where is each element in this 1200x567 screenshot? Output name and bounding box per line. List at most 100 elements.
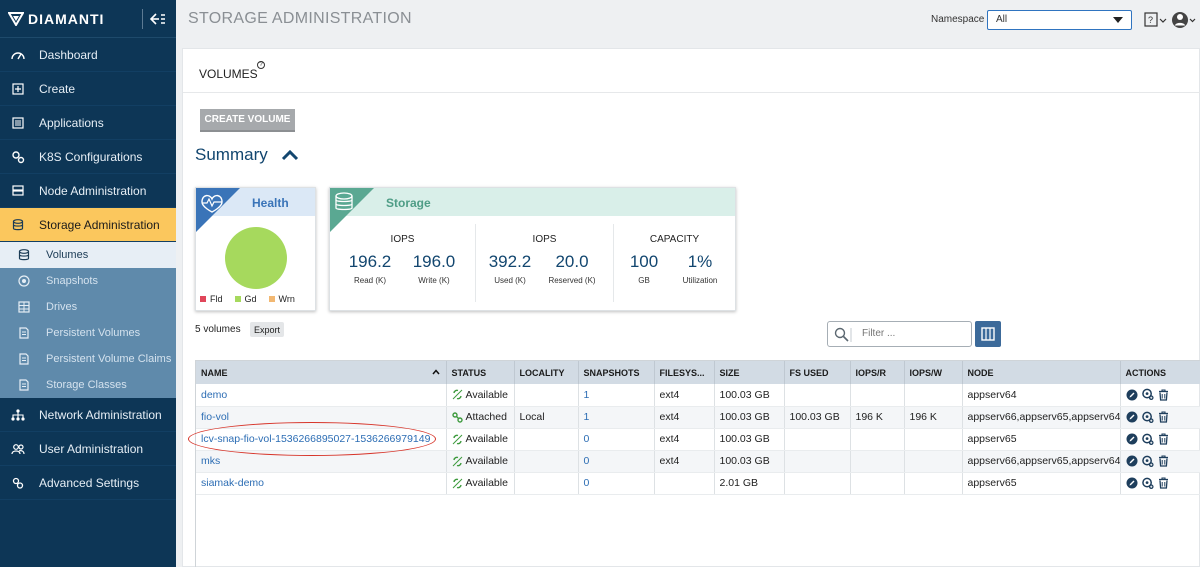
sidebar-item-node-administration[interactable]: Node Administration [0,174,176,208]
column-header[interactable]: IOPS/W [904,361,963,384]
edit-icon[interactable] [1126,433,1138,445]
cell-iops-w [904,384,963,407]
snapshot-count-link[interactable]: 1 [584,389,590,401]
column-header-label: SIZE [719,367,740,378]
sidebar-subitem-persistent-volume-claims[interactable]: Persistent Volume Claims [0,346,176,372]
sidebar-subitem-volumes[interactable]: Volumes [0,242,176,268]
sidebar-subitem-persistent-volumes[interactable]: Persistent Volumes [0,320,176,346]
table-row[interactable]: demo Available 1 ext4 100.03 GB appserv64 [196,384,1200,407]
sidebar-subitem-snapshots[interactable]: Snapshots [0,268,176,294]
cell-snapshots: 0 [578,472,655,495]
sidebar-item-label: Persistent Volume Claims [46,353,172,365]
delete-icon[interactable] [1158,389,1170,401]
health-card-header: Health [196,188,315,232]
volumes-help-icon[interactable]: ? [257,61,265,69]
snapshot-add-icon[interactable] [1141,411,1154,423]
column-header[interactable]: SNAPSHOTS [578,361,655,384]
cell-actions [1120,384,1200,407]
edit-icon[interactable] [1126,455,1138,467]
snapshot-add-icon[interactable] [1141,477,1154,489]
snapshot-add-icon[interactable] [1141,455,1154,467]
cell-snapshots: 1 [578,384,655,407]
network-icon [10,407,26,423]
delete-icon[interactable] [1158,477,1170,489]
legend-item: Wrn [268,294,295,304]
cell-filesys [654,472,715,495]
cell-iops-w: 196 K [904,406,963,429]
legend-label: Fld [210,294,223,304]
snapshot-count-link[interactable]: 0 [584,433,590,445]
volume-name-link[interactable]: demo [201,389,227,401]
sidebar-item-storage-administration[interactable]: Storage Administration [0,208,176,242]
collapse-sidebar-icon[interactable] [142,8,166,29]
column-header[interactable]: FILESYS... [654,361,715,384]
cell-size: 100.03 GB [714,384,785,407]
sidebar-item-dashboard[interactable]: Dashboard [0,38,176,72]
snapshot-add-icon[interactable] [1141,388,1154,401]
sidebar-item-label: Advanced Settings [39,475,140,490]
sidebar-item-applications[interactable]: Applications [0,106,176,140]
columns-icon [981,327,995,341]
edit-icon[interactable] [1126,389,1138,401]
sort-up-icon[interactable] [431,369,440,375]
delete-icon[interactable] [1158,433,1170,445]
sidebar-item-label: Storage Classes [46,379,127,391]
cell-size: 2.01 GB [714,472,785,495]
sidebar-subitem-storage-classes[interactable]: Storage Classes [0,372,176,398]
namespace-select[interactable]: All [987,10,1132,30]
sidebar-item-user-administration[interactable]: User Administration [0,432,176,466]
column-header[interactable]: IOPS/R [850,361,905,384]
column-toggle-button[interactable] [975,321,1001,347]
volumes-title: VOLUMES [199,67,258,81]
delete-icon[interactable] [1158,455,1170,467]
chevron-up-icon[interactable] [281,149,299,161]
column-header-label: IOPS/R [855,367,887,378]
column-header[interactable]: LOCALITY [514,361,579,384]
cell-fs-used [784,472,851,495]
export-button[interactable]: Export [250,322,284,337]
column-header[interactable]: FS USED [784,361,851,384]
snapshot-add-icon[interactable] [1141,433,1154,445]
cell-locality [514,472,579,495]
sidebar-item-k8s-configurations[interactable]: K8S Configurations [0,140,176,174]
volume-name-link[interactable]: fio-vol [201,411,229,423]
cell-iops-w [904,428,963,451]
column-header-label: IOPS/W [909,367,943,378]
aperture-icon [18,275,30,287]
column-header[interactable]: SIZE [714,361,785,384]
column-header[interactable]: ACTIONS [1120,361,1200,384]
legend-swatch [268,296,275,302]
snapshot-count-link[interactable]: 1 [584,411,590,423]
help-menu-button[interactable]: ? [1144,11,1168,29]
create-volume-button[interactable]: CREATE VOLUME [200,109,295,132]
database-icon [10,217,26,233]
cell-iops-r [850,450,905,473]
sidebar-item-label: Create [39,81,76,96]
volume-name-link[interactable]: siamak-demo [201,477,264,489]
database-icon [18,249,30,261]
sidebar-item-label: Drives [46,301,78,313]
filter-box[interactable] [827,321,972,347]
sidebar-item-create[interactable]: Create [0,72,176,106]
table-row[interactable]: siamak-demo Available 0 2.01 GB appserv65 [196,472,1200,495]
edit-icon[interactable] [1126,411,1138,423]
sidebar-item-network-administration[interactable]: Network Administration [0,398,176,432]
cell-status: Available [446,384,515,407]
cell-status: Available [446,450,515,473]
snapshot-count-link[interactable]: 0 [584,477,590,489]
volume-name-link[interactable]: mks [201,455,220,467]
column-header[interactable]: NODE [962,361,1121,384]
delete-icon[interactable] [1158,411,1170,423]
storage-card-header: Storage [330,188,735,232]
edit-icon[interactable] [1126,477,1138,489]
namespace-label: Namespace [931,14,985,25]
column-header[interactable]: NAME [196,361,447,384]
sidebar-item-advanced-settings[interactable]: Advanced Settings [0,466,176,500]
svg-text:?: ? [1148,15,1153,25]
caret-down-icon [1113,17,1123,23]
user-menu-button[interactable] [1172,10,1196,30]
sidebar-subitem-drives[interactable]: Drives [0,294,176,320]
column-header[interactable]: STATUS [446,361,515,384]
filter-input[interactable] [862,328,962,339]
snapshot-count-link[interactable]: 0 [584,455,590,467]
